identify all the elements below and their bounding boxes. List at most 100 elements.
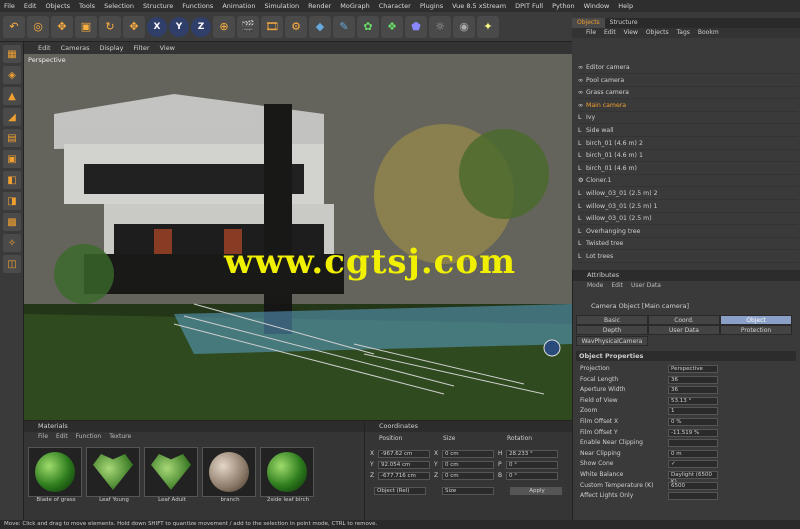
workplane-icon[interactable]: ▤ [3, 129, 21, 147]
menu-item-simulation[interactable]: Simulation [264, 2, 299, 10]
deformer-icon[interactable]: ⬟ [405, 15, 427, 38]
list-item[interactable]: L Ivy [578, 112, 798, 125]
menu-item-animation[interactable]: Animation [222, 2, 255, 10]
property-value[interactable]: 36 [668, 375, 718, 384]
attributes-menu-edit[interactable]: Edit [611, 281, 623, 291]
menu-item-dpit-full[interactable]: DPIT Full [515, 2, 543, 10]
property-value[interactable]: ✓ [668, 460, 718, 469]
edges-mode-icon[interactable]: ◧ [3, 171, 21, 189]
menu-item-plugins[interactable]: Plugins [420, 2, 443, 10]
menu-item-mograph[interactable]: MoGraph [340, 2, 370, 10]
scale-icon[interactable]: ▣ [75, 15, 97, 38]
points-mode-icon[interactable]: ▣ [3, 150, 21, 168]
viewport[interactable]: Perspective www.cgtsj.com [24, 54, 572, 420]
tab-object[interactable]: Object [720, 315, 792, 325]
cube-icon[interactable]: ◆ [309, 15, 331, 38]
materials-menu-edit[interactable]: Edit [56, 432, 68, 442]
viewport-menu-display[interactable]: Display [100, 44, 124, 52]
rotation-field[interactable]: 28.233 ° [506, 450, 558, 458]
list-item[interactable]: ⚙ Cloner.1 [578, 175, 798, 188]
position-field[interactable]: -677.716 cm [378, 472, 430, 480]
viewport-menu-filter[interactable]: Filter [133, 44, 149, 52]
property-value[interactable]: 53.13 ° [668, 396, 718, 405]
list-item[interactable]: ∞ Main camera [578, 100, 798, 112]
menu-item-file[interactable]: File [4, 2, 15, 10]
rotate-icon[interactable]: ↻ [99, 15, 121, 38]
list-item[interactable]: L Twisted tree [578, 238, 798, 251]
menu-item-edit[interactable]: Edit [24, 2, 37, 10]
light-icon[interactable]: ✦ [477, 15, 499, 38]
tab-user-data[interactable]: User Data [648, 325, 720, 335]
coordinate-mode-select[interactable]: Object (Rel) [374, 487, 426, 495]
object-menu-tags[interactable]: Tags [677, 28, 690, 38]
texture-mode-icon[interactable]: ◢ [3, 108, 21, 126]
render-view-icon[interactable]: 🎬 [237, 15, 259, 38]
materials-menu-texture[interactable]: Texture [109, 432, 131, 442]
object-mode-icon[interactable]: ▲ [3, 87, 21, 105]
pen-icon[interactable]: ✎ [333, 15, 355, 38]
scene-icon[interactable]: ☼ [429, 15, 451, 38]
list-item[interactable]: Lbirch_01 (4.6 m) [578, 163, 798, 175]
object-menu-file[interactable]: File [586, 28, 596, 38]
property-value[interactable]: 6500 [668, 481, 718, 490]
property-value[interactable] [668, 492, 718, 501]
list-item[interactable]: L Lot trees [578, 251, 798, 263]
materials-menu-function[interactable]: Function [76, 432, 102, 442]
coordinate-system-icon[interactable]: ⊕ [213, 15, 235, 38]
menu-item-structure[interactable]: Structure [143, 2, 173, 10]
checker-icon[interactable]: ▩ [3, 213, 21, 231]
move-icon[interactable]: ✥ [51, 15, 73, 38]
tab-basic[interactable]: Basic [576, 315, 648, 325]
snap-icon[interactable]: ✧ [3, 234, 21, 252]
viewport-menu-view[interactable]: View [160, 44, 175, 52]
object-menu-edit[interactable]: Edit [604, 28, 616, 38]
move-tool-icon[interactable]: ✥ [123, 15, 145, 38]
x-axis-button[interactable]: X [147, 16, 167, 37]
polygons-mode-icon[interactable]: ◨ [3, 192, 21, 210]
material-swatch[interactable]: Leaf Young [86, 447, 142, 505]
size-mode-select[interactable]: Size [442, 487, 494, 495]
attributes-menu-user-data[interactable]: User Data [631, 281, 661, 291]
list-item[interactable]: Lbirch_01 (4.6 m) 1 [578, 150, 798, 163]
size-field[interactable]: 0 cm [442, 472, 494, 480]
viewport-menu-edit[interactable]: Edit [38, 44, 51, 52]
render-picture-icon[interactable]: 🎞 [261, 15, 283, 38]
material-swatch[interactable]: Leaf Adult [144, 447, 200, 505]
property-value[interactable]: 36 [668, 386, 718, 395]
viewport-menu-cameras[interactable]: Cameras [61, 44, 90, 52]
make-editable-icon[interactable]: ◈ [3, 66, 21, 84]
tab-objects[interactable]: Objects [572, 18, 605, 28]
property-value[interactable] [668, 439, 718, 448]
menu-item-functions[interactable]: Functions [182, 2, 213, 10]
list-item[interactable]: Lbirch_01 (4.6 m) 2 [578, 138, 798, 150]
list-item[interactable]: Lwillow_03_01 (2.5 m) [578, 213, 798, 226]
nurbs-icon[interactable]: ✿ [357, 15, 379, 38]
object-menu-objects[interactable]: Objects [646, 28, 669, 38]
object-menu-bookm[interactable]: Bookm [698, 28, 719, 38]
live-select-icon[interactable]: ◎ [27, 15, 49, 38]
tab-depth[interactable]: Depth [576, 325, 648, 335]
property-value[interactable]: -11.519 % [668, 428, 718, 437]
size-field[interactable]: 0 cm [442, 450, 494, 458]
property-value[interactable]: 0 m [668, 449, 718, 458]
layout-icon[interactable]: ▦ [3, 45, 21, 63]
menu-item-tools[interactable]: Tools [79, 2, 95, 10]
property-value[interactable]: Daylight (6500 K) [668, 471, 718, 485]
tab-structure[interactable]: Structure [605, 18, 643, 28]
material-swatch[interactable]: 2side leaf birch [260, 447, 316, 505]
materials-menu-file[interactable]: File [38, 432, 48, 442]
menu-item-character[interactable]: Character [379, 2, 411, 10]
menu-item-render[interactable]: Render [308, 2, 331, 10]
material-swatch[interactable]: branch [202, 447, 258, 505]
size-field[interactable]: 0 cm [442, 461, 494, 469]
z-axis-button[interactable]: Z [191, 16, 211, 37]
position-field[interactable]: 92.054 cm [378, 461, 430, 469]
property-value[interactable]: Perspective [668, 365, 718, 373]
tab-coord[interactable]: Coord. [648, 315, 720, 325]
render-settings-icon[interactable]: ⚙ [285, 15, 307, 38]
position-field[interactable]: -967.62 cm [378, 450, 430, 458]
attributes-menu-mode[interactable]: Mode [587, 281, 603, 291]
tab-protection[interactable]: Protection [720, 325, 792, 335]
menu-item-window[interactable]: Window [584, 2, 610, 10]
menu-item-vue-8-5-xstream[interactable]: Vue 8.5 xStream [452, 2, 506, 10]
